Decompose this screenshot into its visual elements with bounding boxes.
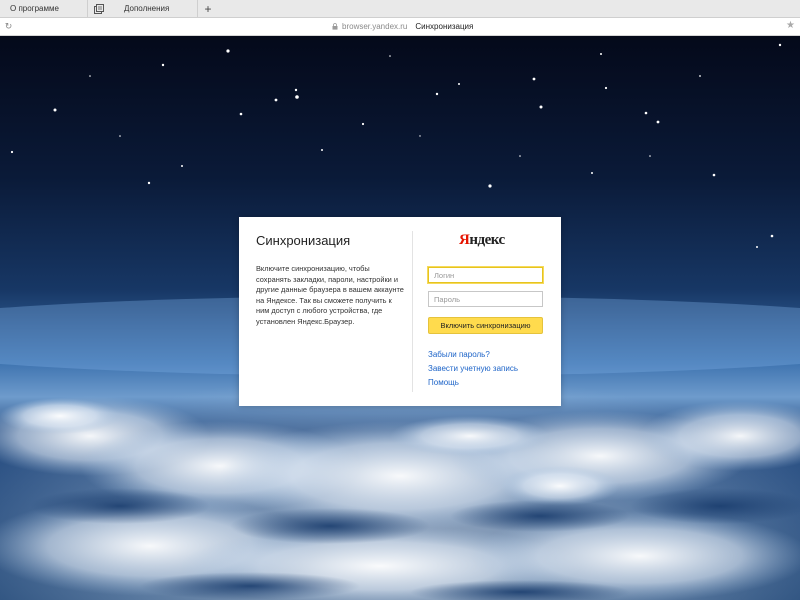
url-field[interactable]: browser.yandex.ru Синхронизация bbox=[332, 18, 473, 35]
tab-about[interactable]: О программе bbox=[0, 0, 88, 18]
new-tab-button[interactable]: + bbox=[198, 0, 218, 18]
yandex-logo-rest: ндекс bbox=[469, 232, 505, 248]
plus-icon: + bbox=[204, 1, 212, 16]
url-page-title: Синхронизация bbox=[415, 22, 474, 31]
lock-icon bbox=[332, 23, 338, 30]
yandex-logo: Яндекс bbox=[459, 232, 505, 249]
address-bar: ↻ browser.yandex.ru Синхронизация ★ bbox=[0, 18, 800, 36]
yandex-logo-first-letter: Я bbox=[459, 232, 470, 248]
dialog-divider bbox=[412, 231, 413, 392]
password-input[interactable] bbox=[428, 291, 543, 307]
tab-addons[interactable]: Дополнения bbox=[88, 0, 198, 18]
reload-icon[interactable]: ↻ bbox=[3, 21, 14, 32]
enable-sync-button-label: Включить синхронизацию bbox=[440, 321, 531, 330]
forgot-password-link[interactable]: Забыли пароль? bbox=[428, 350, 490, 359]
enable-sync-button[interactable]: Включить синхронизацию bbox=[428, 317, 543, 334]
register-link[interactable]: Завести учетную запись bbox=[428, 364, 518, 373]
sync-dialog: Синхронизация Включите синхронизацию, чт… bbox=[239, 217, 561, 406]
bookmark-star-icon[interactable]: ★ bbox=[786, 20, 795, 31]
sync-description: Включите синхронизацию, чтобы сохранять … bbox=[256, 264, 404, 326]
url-host: browser.yandex.ru bbox=[342, 22, 408, 31]
login-input[interactable] bbox=[428, 267, 543, 283]
tab-about-label: О программе bbox=[10, 4, 59, 13]
tab-bar: О программе Дополнения + bbox=[0, 0, 800, 18]
addons-icon bbox=[94, 3, 104, 14]
sync-title: Синхронизация bbox=[256, 233, 351, 248]
help-link[interactable]: Помощь bbox=[428, 378, 459, 387]
tab-addons-label: Дополнения bbox=[124, 4, 170, 13]
